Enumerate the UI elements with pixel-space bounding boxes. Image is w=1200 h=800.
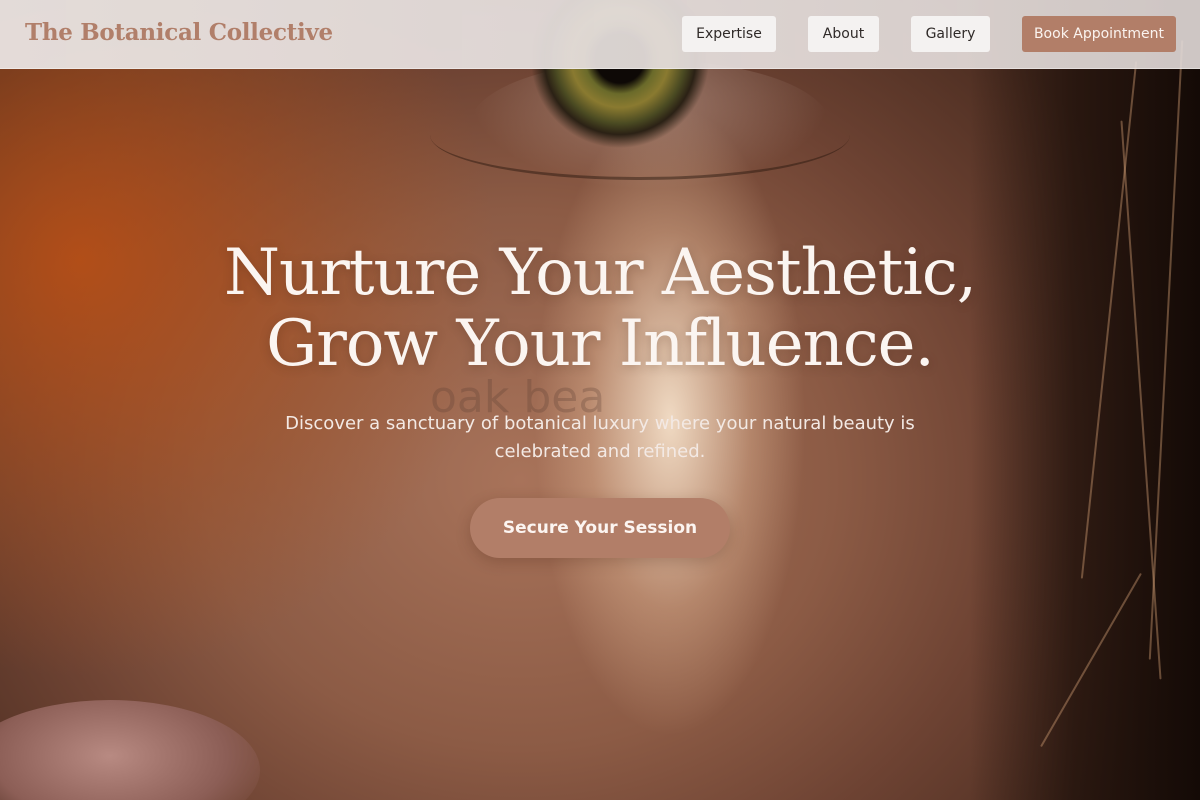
hero-subheading: Discover a sanctuary of botanical luxury… — [285, 413, 915, 462]
book-appointment-button[interactable]: Book Appointment — [1022, 16, 1176, 52]
nav-gallery-button[interactable]: Gallery — [911, 16, 990, 52]
secure-session-button[interactable]: Secure Your Session — [470, 498, 730, 558]
hero-headline-line1: Nurture Your Aesthetic, — [223, 236, 977, 310]
site-header: The Botanical Collective Expertise About… — [0, 0, 1200, 69]
lip-detail — [0, 700, 260, 800]
nav-expertise-button[interactable]: Expertise — [682, 16, 776, 52]
hair-shadow — [970, 0, 1200, 800]
brand-logo-text[interactable]: The Botanical Collective — [25, 19, 333, 46]
hero-headline-line2: Grow Your Influence. — [266, 307, 935, 381]
hero-headline: Nurture Your Aesthetic, Grow Your Influe… — [0, 238, 1200, 380]
nav-about-button[interactable]: About — [808, 16, 879, 52]
